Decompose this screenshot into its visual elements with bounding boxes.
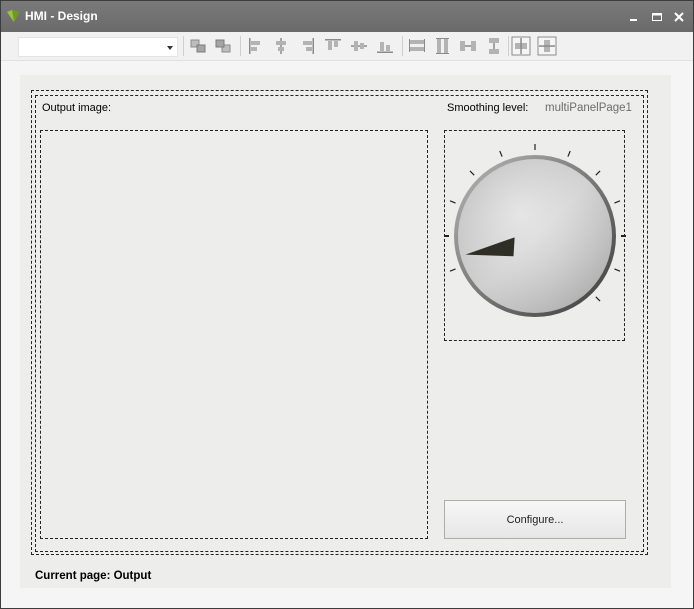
current-page-status: Current page: Output (35, 570, 152, 582)
window-title: HMI - Design (25, 9, 98, 23)
make-same-height-icon[interactable] (433, 36, 453, 56)
align-rights-icon[interactable] (297, 36, 317, 56)
knob-tick (614, 200, 621, 204)
center-horizontally-icon[interactable] (511, 36, 531, 56)
design-form[interactable]: Output image: Smoothing level: multiPane… (20, 75, 671, 588)
knob-highlight (458, 159, 612, 313)
horizontal-spacing-icon[interactable] (458, 36, 478, 56)
title-bar[interactable]: HMI - Design (1, 1, 693, 32)
chevron-down-icon[interactable] (167, 46, 173, 50)
close-icon[interactable] (672, 10, 686, 24)
make-same-width-icon[interactable] (407, 36, 427, 56)
vertical-spacing-icon[interactable] (484, 36, 504, 56)
knob-dial[interactable] (445, 131, 626, 342)
align-bottoms-icon[interactable] (375, 36, 395, 56)
center-vertically-icon[interactable] (537, 36, 557, 56)
align-middles-icon[interactable] (349, 36, 369, 56)
toolbar-separator (402, 36, 403, 56)
output-image-label: Output image: (42, 102, 112, 114)
align-centers-icon[interactable] (271, 36, 291, 56)
maximize-icon[interactable] (650, 10, 664, 24)
knob-tick (595, 170, 601, 176)
knob-tick (449, 200, 456, 204)
align-lefts-icon[interactable] (246, 36, 266, 56)
main-window: HMI - Design Output image: Smoothing lev… (0, 0, 694, 609)
toolbar-separator (508, 36, 509, 56)
minimize-icon[interactable] (627, 10, 641, 24)
toolbar-separator (183, 36, 184, 56)
knob-tick (449, 268, 456, 272)
send-to-back-icon[interactable] (213, 36, 233, 56)
layout-toolbar (1, 32, 693, 61)
output-image-box (40, 130, 428, 539)
component-combo[interactable] (18, 37, 178, 57)
bring-to-front-icon[interactable] (188, 36, 208, 56)
align-tops-icon[interactable] (323, 36, 343, 56)
configure-button[interactable]: Configure... (444, 500, 626, 539)
smoothing-level-label: Smoothing level: (447, 102, 529, 114)
page-name-label: multiPanelPage1 (545, 102, 632, 114)
knob-tick (595, 296, 601, 302)
app-icon (7, 10, 19, 22)
knob-tick (614, 268, 621, 272)
knob-tick (469, 170, 475, 176)
smoothing-knob[interactable] (444, 130, 626, 342)
knob-tick (499, 150, 503, 157)
toolbar-separator (240, 36, 241, 56)
knob-tick (567, 150, 571, 157)
